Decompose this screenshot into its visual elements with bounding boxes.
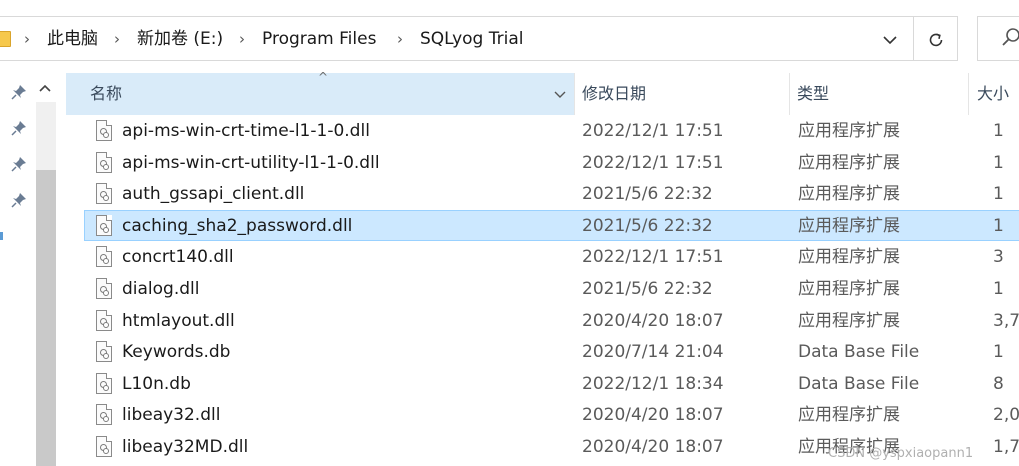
file-name: concrt140.dll	[122, 247, 234, 267]
file-type: 应用程序扩展	[798, 153, 900, 173]
file-name: libeay32MD.dll	[122, 437, 249, 457]
file-size: 1	[993, 121, 1004, 141]
refresh-icon	[929, 32, 942, 46]
file-icon	[96, 152, 112, 173]
file-type: Data Base File	[798, 342, 920, 362]
breadcrumb-separator[interactable]: ›	[20, 27, 34, 51]
pin-icon[interactable]	[11, 120, 27, 136]
file-row[interactable]: libeay32.dll 2020/4/20 18:07 应用程序扩展 2,0	[84, 399, 1019, 430]
file-size: 1	[993, 184, 1004, 204]
file-size: 1	[993, 342, 1004, 362]
file-size: 8	[993, 374, 1004, 394]
file-type: 应用程序扩展	[798, 121, 900, 141]
file-type: 应用程序扩展	[798, 405, 900, 425]
pin-icon[interactable]	[11, 156, 27, 172]
breadcrumb-this-pc[interactable]: 此电脑	[47, 27, 98, 51]
file-icon	[96, 120, 112, 141]
refresh-button[interactable]	[913, 16, 958, 61]
column-divider[interactable]	[574, 73, 575, 115]
file-size: 1	[993, 216, 1004, 236]
chevron-down-icon	[554, 91, 566, 98]
chevron-down-icon	[883, 36, 897, 45]
file-date: 2020/4/20 18:07	[582, 311, 724, 331]
file-row[interactable]: dialog.dll 2021/5/6 22:32 应用程序扩展 1	[84, 273, 1019, 304]
breadcrumb-separator[interactable]: ›	[235, 27, 249, 51]
column-divider[interactable]	[789, 73, 790, 115]
breadcrumb-separator[interactable]: ›	[110, 27, 124, 51]
file-icon	[96, 310, 112, 331]
file-date: 2020/4/20 18:07	[582, 405, 724, 425]
file-name: Keywords.db	[122, 342, 231, 362]
file-type: 应用程序扩展	[798, 311, 900, 331]
file-explorer-window: › 此电脑 › 新加卷 (E:) › Program Files › SQLyo…	[0, 0, 1019, 466]
file-size: 1	[993, 279, 1004, 299]
column-header-type[interactable]: 类型	[797, 82, 829, 106]
address-bar-row: › 此电脑 › 新加卷 (E:) › Program Files › SQLyo…	[0, 0, 1019, 73]
file-type: 应用程序扩展	[798, 216, 900, 236]
file-name: api-ms-win-crt-time-l1-1-0.dll	[122, 121, 370, 141]
file-date: 2022/12/1 17:51	[582, 121, 724, 141]
nav-edge-marker	[0, 232, 3, 240]
file-icon	[96, 278, 112, 299]
breadcrumb-sqlyog-trial[interactable]: SQLyog Trial	[420, 27, 523, 51]
pin-icon[interactable]	[11, 84, 27, 100]
column-divider[interactable]	[968, 73, 969, 115]
file-icon	[96, 215, 112, 236]
file-date: 2021/5/6 22:32	[582, 216, 713, 236]
file-row[interactable]: auth_gssapi_client.dll 2021/5/6 22:32 应用程序…	[84, 178, 1019, 209]
folder-icon	[0, 31, 11, 47]
column-header-size[interactable]: 大小	[977, 82, 1009, 106]
file-name: dialog.dll	[122, 279, 200, 299]
column-header-date[interactable]: 修改日期	[582, 82, 646, 106]
file-row[interactable]: htmlayout.dll 2020/4/20 18:07 应用程序扩展 3,7	[84, 305, 1019, 336]
column-header-name-label[interactable]: 名称	[90, 82, 122, 106]
file-date: 2022/12/1 17:51	[582, 247, 724, 267]
file-row[interactable]: concrt140.dll 2022/12/1 17:51 应用程序扩展 3	[84, 241, 1019, 272]
file-icon	[96, 404, 112, 425]
file-row[interactable]: api-ms-win-crt-time-l1-1-0.dll 2022/12/1 …	[84, 115, 1019, 146]
file-name: api-ms-win-crt-utility-l1-1-0.dll	[122, 153, 380, 173]
file-date: 2021/5/6 22:32	[582, 279, 713, 299]
column-filter-button[interactable]	[551, 84, 569, 104]
file-size: 1	[993, 153, 1004, 173]
sort-ascending-icon: ^	[318, 70, 329, 84]
file-date: 2022/12/1 18:34	[582, 374, 724, 394]
file-icon	[96, 183, 112, 204]
breadcrumb-program-files[interactable]: Program Files	[262, 27, 376, 51]
pin-icon[interactable]	[11, 192, 27, 208]
file-size: 3	[993, 247, 1004, 267]
file-type: Data Base File	[798, 374, 920, 394]
file-name: libeay32.dll	[122, 405, 221, 425]
breadcrumb-drive-e[interactable]: 新加卷 (E:)	[137, 27, 223, 51]
file-name: L10n.db	[122, 374, 191, 394]
file-icon	[96, 436, 112, 457]
file-row[interactable]: api-ms-win-crt-utility-l1-1-0.dll 2022/12…	[84, 147, 1019, 178]
chevron-up-icon	[39, 84, 51, 92]
nav-scrollbar-thumb[interactable]	[36, 170, 56, 466]
file-name: caching_sha2_password.dll	[122, 216, 353, 236]
watermark: CSDN @yspxiaopann1	[828, 446, 974, 461]
file-date: 2020/7/14 21:04	[582, 342, 724, 362]
file-icon	[96, 341, 112, 362]
file-row[interactable]: L10n.db 2022/12/1 18:34 Data Base File 8	[84, 368, 1019, 399]
file-name: auth_gssapi_client.dll	[122, 184, 305, 204]
file-date: 2022/12/1 17:51	[582, 153, 724, 173]
breadcrumb-separator[interactable]: ›	[393, 27, 407, 51]
search-icon	[1002, 28, 1019, 46]
file-type: 应用程序扩展	[798, 279, 900, 299]
file-type: 应用程序扩展	[798, 184, 900, 204]
file-size: 1,7	[993, 437, 1019, 457]
file-size: 2,0	[993, 405, 1019, 425]
file-date: 2020/4/20 18:07	[582, 437, 724, 457]
address-history-button[interactable]	[872, 28, 908, 52]
file-type: 应用程序扩展	[798, 247, 900, 267]
file-icon	[96, 246, 112, 267]
file-size: 3,7	[993, 311, 1019, 331]
file-row[interactable]: caching_sha2_password.dll 2021/5/6 22:32 应…	[84, 210, 1019, 241]
file-row[interactable]: Keywords.db 2020/7/14 21:04 Data Base File…	[84, 336, 1019, 367]
file-date: 2021/5/6 22:32	[582, 184, 713, 204]
nav-scroll-up-button[interactable]	[36, 78, 54, 98]
file-icon	[96, 373, 112, 394]
file-name: htmlayout.dll	[122, 311, 235, 331]
